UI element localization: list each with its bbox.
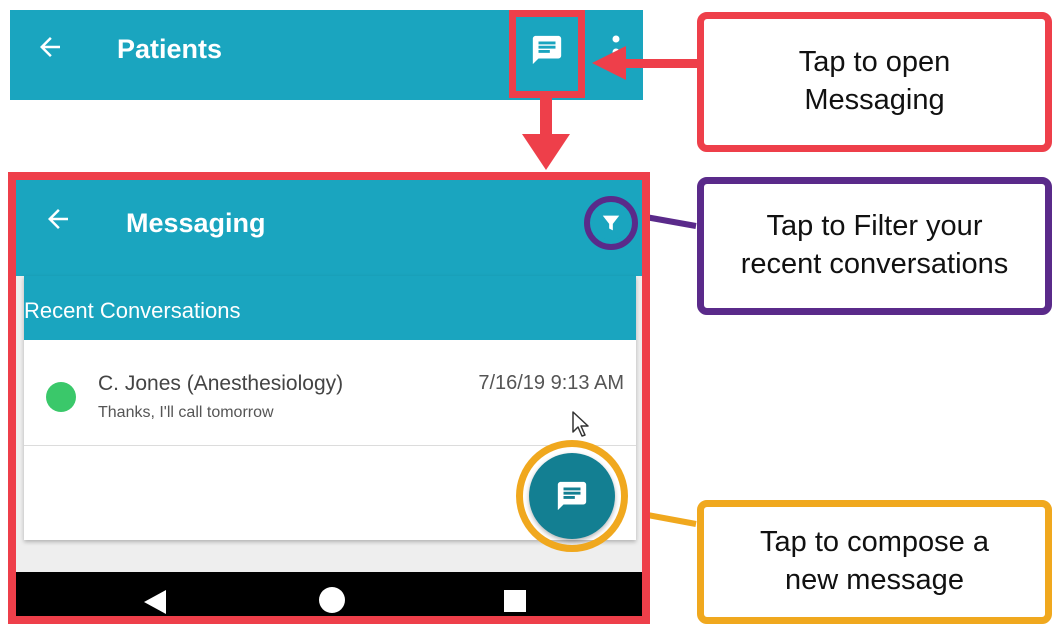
down-arrow-head	[522, 134, 570, 170]
online-status-indicator	[46, 382, 76, 412]
mouse-cursor-icon	[572, 411, 589, 437]
filter-button[interactable]	[584, 196, 638, 250]
messaging-screen: Messaging Recent Conversations C. Jones …	[8, 172, 650, 624]
recent-conversations-header: Recent Conversations	[24, 276, 636, 340]
arrow-left-icon[interactable]	[35, 32, 65, 62]
compose-message-button[interactable]	[529, 453, 615, 539]
page-title: Patients	[117, 34, 223, 64]
chat-bubble-icon	[557, 481, 587, 511]
nav-back-icon[interactable]	[144, 590, 166, 614]
conversation-timestamp: 7/16/19 9:13 AM	[478, 372, 624, 394]
compose-button-highlight	[516, 440, 628, 552]
section-title: Recent Conversations	[24, 298, 241, 323]
android-nav-bar	[16, 572, 642, 616]
messaging-app-bar: Messaging	[16, 180, 642, 276]
messaging-button-highlight	[509, 10, 585, 98]
arrow-left-icon[interactable]	[43, 204, 73, 234]
filter-icon	[602, 215, 620, 231]
nav-recent-icon[interactable]	[504, 590, 526, 612]
more-vertical-icon[interactable]	[610, 34, 622, 70]
callout-compose: Tap to compose a new message	[697, 500, 1052, 624]
down-arrow-shaft	[540, 98, 552, 138]
conversation-preview: Thanks, I'll call tomorrow	[98, 404, 274, 421]
messaging-title: Messaging	[126, 208, 266, 238]
conversation-row[interactable]: C. Jones (Anesthesiology) 7/16/19 9:13 A…	[24, 340, 636, 446]
callout-open-messaging: Tap to open Messaging	[697, 12, 1052, 152]
nav-home-icon[interactable]	[319, 587, 345, 613]
callout-filter: Tap to Filter your recent conversations	[697, 177, 1052, 315]
conversation-name: C. Jones (Anesthesiology)	[98, 372, 344, 395]
